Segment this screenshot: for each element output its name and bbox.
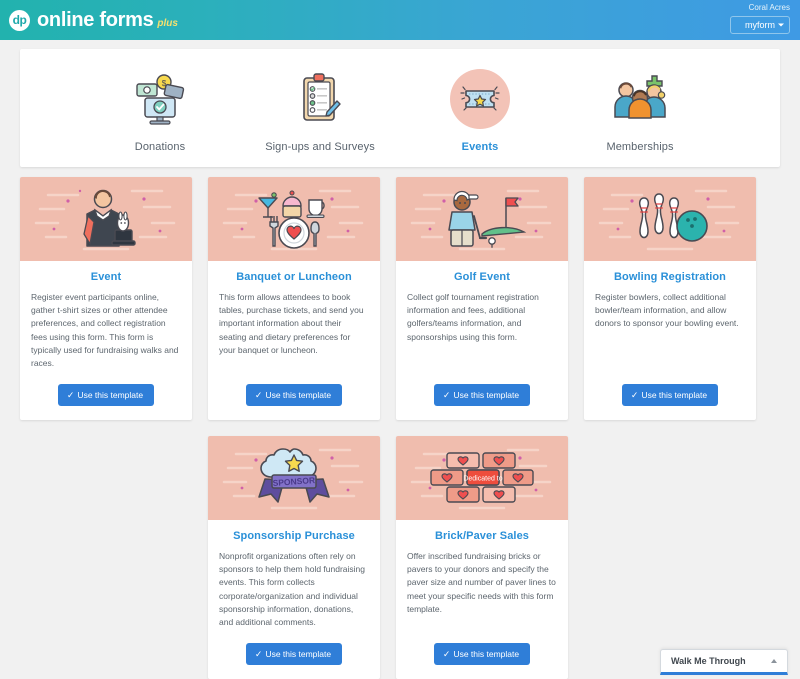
form-select-value: myform [745,20,775,30]
template-grid: Event Register event participants online… [20,177,780,679]
chevron-up-icon[interactable] [771,659,777,663]
template-card[interactable]: Bowling Registration Register bowlers, c… [584,177,756,421]
dinner-plate-illustration [208,177,380,261]
card-description: Offer inscribed fundraising bricks or pa… [407,551,556,614]
event-ticket-illustration [450,67,510,131]
nav-item-donations[interactable]: $ Donations [94,67,226,153]
card-body: Brick/Paver Sales Offer inscribed fundra… [396,520,568,629]
dp-logo-icon: dp [9,9,30,31]
template-card[interactable]: Dedicated to Brick/Paver Sales Offer ins… [396,436,568,679]
card-body: Banquet or Luncheon This form allows att… [208,261,380,370]
check-icon: ✓ [254,648,263,659]
use-this-template-button[interactable]: ✓ Use this template [245,384,343,407]
app-header: dp online forms plus Coral Acres myform [0,0,800,40]
chevron-down-icon [778,23,784,27]
golfer-illustration [396,177,568,261]
clipboard-survey-illustration [291,67,349,131]
use-this-template-button[interactable]: ✓ Use this template [57,384,155,407]
use-this-template-button[interactable]: ✓ Use this template [433,384,531,407]
use-this-template-label: Use this template [265,649,332,660]
card-footer: ✓ Use this template [396,370,568,420]
account-area: Coral Acres myform [730,2,790,34]
card-title: Bowling Registration [614,271,726,283]
card-body: Sponsorship Purchase Nonprofit organizat… [208,520,380,629]
bowling-pins-illustration [584,177,756,261]
nav-item-memberships[interactable]: Memberships [574,67,706,153]
use-this-template-label: Use this template [453,649,520,660]
brand-suffix: plus [157,17,178,29]
category-nav: $ Donations Sign-ups and Surveys Events … [20,49,780,167]
check-icon: ✓ [442,389,451,400]
brand-logo[interactable]: dp online forms plus [9,8,178,31]
check-icon: ✓ [66,389,75,400]
use-this-template-button[interactable]: ✓ Use this template [621,384,719,407]
nav-item-label: Memberships [606,141,674,153]
card-description: Nonprofit organizations often rely on sp… [219,551,366,627]
card-body: Bowling Registration Register bowlers, c… [584,261,756,370]
card-title: Golf Event [453,271,510,283]
brick-wall-illustration: Dedicated to [396,436,568,521]
form-select-dropdown[interactable]: myform [730,16,790,34]
use-this-template-label: Use this template [77,390,144,401]
nav-item-label: Donations [134,141,186,153]
card-footer: ✓ Use this template [20,370,192,420]
brand-name: online forms [37,8,154,31]
use-this-template-button[interactable]: ✓ Use this template [245,643,343,666]
nav-item-label: Events [461,141,499,153]
card-body: Golf Event Collect golf tournament regis… [396,261,568,370]
use-this-template-label: Use this template [265,390,332,401]
card-title: Brick/Paver Sales [434,530,530,543]
card-description: Register event participants online, gath… [31,292,179,368]
use-this-template-label: Use this template [641,390,708,401]
card-description: This form allows attendees to book table… [219,292,364,355]
memberships-people-illustration [611,67,669,131]
nav-item-signups-and-surveys[interactable]: Sign-ups and Surveys [254,67,386,153]
card-description: Collect golf tournament registration inf… [407,292,539,342]
check-icon: ✓ [630,389,639,400]
check-icon: ✓ [442,648,451,659]
template-card[interactable]: SPONSOR Sponsorship Purchase Nonprofit o… [208,436,380,679]
card-footer: ✓ Use this template [208,370,380,420]
use-this-template-label: Use this template [453,390,520,401]
template-grid-wrapper: Event Register event participants online… [0,167,800,679]
magician-illustration [20,177,192,261]
card-description: Register bowlers, collect additional bow… [595,292,739,329]
template-card[interactable]: Event Register event participants online… [20,177,192,421]
active-tab-circle [450,69,510,129]
card-footer: ✓ Use this template [208,629,380,679]
donations-illustration: $ [131,67,189,131]
use-this-template-button[interactable]: ✓ Use this template [433,643,531,666]
template-card[interactable]: Banquet or Luncheon This form allows att… [208,177,380,421]
card-title: Banquet or Luncheon [236,271,352,283]
check-icon: ✓ [254,389,263,400]
brick-inscription: Dedicated to [463,476,502,483]
card-footer: ✓ Use this template [584,370,756,420]
walk-me-through-widget[interactable]: Walk Me Through [660,649,788,675]
card-body: Event Register event participants online… [20,261,192,370]
template-card[interactable]: Golf Event Collect golf tournament regis… [396,177,568,421]
walk-me-through-label: Walk Me Through [671,656,746,666]
account-name: Coral Acres [748,3,790,12]
sponsor-ribbon-illustration: SPONSOR [208,436,380,521]
grid-spacer [20,436,192,679]
nav-item-events[interactable]: Events [414,67,546,153]
card-title: Event [90,271,122,283]
nav-item-label: Sign-ups and Surveys [265,141,375,153]
card-title: Sponsorship Purchase [233,530,355,543]
card-footer: ✓ Use this template [396,629,568,679]
